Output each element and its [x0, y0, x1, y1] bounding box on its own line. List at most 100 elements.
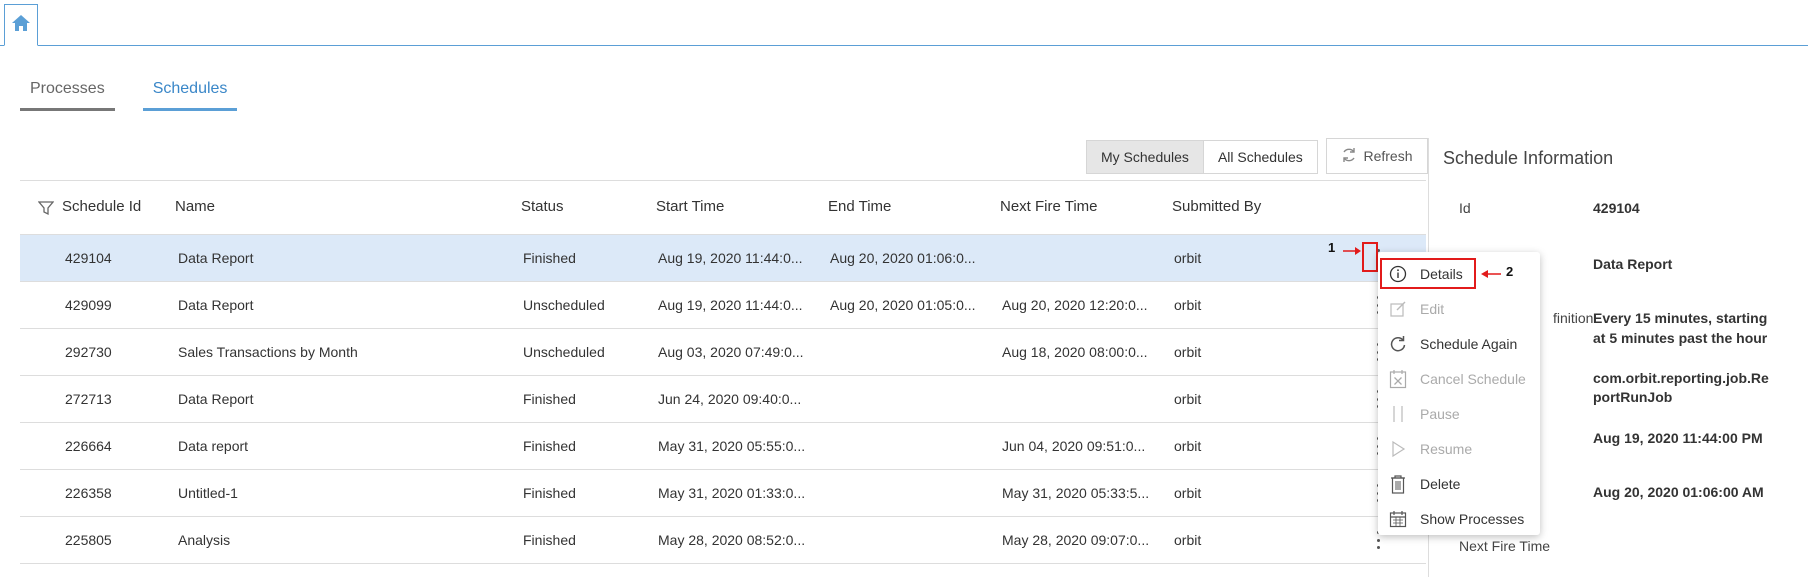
panel-definition-line1: Every 15 minutes, starting [1593, 310, 1768, 326]
refresh-button[interactable]: Refresh [1326, 138, 1428, 174]
cell-start-time: May 31, 2020 01:33:0... [658, 485, 806, 501]
menu-label-cancel-schedule: Cancel Schedule [1420, 371, 1526, 387]
header-schedule-id[interactable]: Schedule Id [62, 198, 141, 215]
panel-job-line2: portRunJob [1593, 389, 1673, 405]
table-row[interactable]: 226358 Untitled-1 Finished May 31, 2020 01:… [20, 470, 1426, 517]
refresh-icon [1341, 147, 1357, 166]
cell-submitted-by: orbit [1174, 344, 1202, 360]
table-row[interactable]: 272713 Data Report Finished Jun 24, 2020 09… [20, 376, 1426, 423]
cell-schedule-id: 225805 [65, 532, 112, 548]
cell-status: Finished [523, 250, 576, 266]
cell-next-fire-time: May 31, 2020 05:33:5... [1002, 485, 1150, 501]
kebab-dot [1376, 546, 1380, 549]
annotation-number-1: 1 [1328, 240, 1336, 255]
menu-label-delete: Delete [1420, 476, 1461, 492]
cell-start-time: Jun 24, 2020 09:40:0... [658, 391, 802, 407]
cell-name: Analysis [178, 532, 231, 548]
kebab-dot [1376, 538, 1380, 542]
cell-next-fire-time: Aug 20, 2020 12:20:0... [1002, 297, 1148, 313]
cell-status: Unscheduled [523, 297, 605, 313]
menu-label-resume: Resume [1420, 441, 1473, 457]
cell-next-fire-time: Aug 18, 2020 08:00:0... [1002, 344, 1148, 360]
top-tab-bar [0, 0, 1808, 46]
redo-icon [1386, 332, 1410, 356]
cell-name: Data Report [178, 297, 254, 313]
panel-id-value: 429104 [1593, 200, 1640, 216]
annotation-number-2: 2 [1506, 264, 1514, 279]
table-header: Schedule Id Name Status Start Time End T… [20, 180, 1426, 235]
cell-start-time: Aug 19, 2020 11:44:0... [658, 250, 803, 266]
panel-name-value: Data Report [1593, 256, 1673, 272]
row-context-menu: Details Edit Schedule Again Cancel Sched… [1378, 252, 1540, 535]
table-row[interactable]: 429104 Data Report Finished Aug 19, 2020 11… [20, 235, 1426, 282]
table-row[interactable]: 292730 Sales Transactions by Month Unsched… [20, 329, 1426, 376]
schedules-table: Schedule Id Name Status Start Time End T… [20, 180, 1426, 564]
menu-item-schedule-again[interactable]: Schedule Again [1378, 329, 1540, 359]
cell-submitted-by: orbit [1174, 438, 1202, 454]
panel-job-line1: com.orbit.reporting.job.Re [1593, 370, 1769, 386]
header-next-fire-time[interactable]: Next Fire Time [1000, 198, 1098, 215]
menu-item-delete[interactable]: Delete [1378, 469, 1540, 499]
cell-status: Finished [523, 391, 576, 407]
calendar-icon [1386, 507, 1410, 531]
cell-submitted-by: orbit [1174, 391, 1202, 407]
menu-label-pause: Pause [1420, 406, 1460, 422]
header-end-time[interactable]: End Time [828, 198, 891, 215]
cell-status: Finished [523, 485, 576, 501]
table-row[interactable]: 226664 Data report Finished May 31, 2020 05… [20, 423, 1426, 470]
panel-start-value: Aug 19, 2020 11:44:00 PM [1593, 430, 1763, 446]
table-row[interactable]: 225805 Analysis Finished May 28, 2020 08:52… [20, 517, 1426, 564]
annotation-box-kebab [1362, 242, 1378, 272]
edit-icon [1386, 297, 1410, 321]
annotation-box-details [1380, 258, 1476, 289]
my-schedules-button[interactable]: My Schedules [1087, 141, 1204, 173]
header-start-time[interactable]: Start Time [656, 198, 724, 215]
cell-next-fire-time: Jun 04, 2020 09:51:0... [1002, 438, 1146, 454]
cell-schedule-id: 226664 [65, 438, 112, 454]
table-body: 429104 Data Report Finished Aug 19, 2020 11… [20, 235, 1426, 564]
all-schedules-button[interactable]: All Schedules [1204, 141, 1317, 173]
cell-name: Data Report [178, 391, 254, 407]
cell-name: Sales Transactions by Month [178, 344, 358, 360]
cell-end-time: Aug 20, 2020 01:05:0... [830, 297, 976, 313]
header-status[interactable]: Status [521, 198, 564, 215]
cell-submitted-by: orbit [1174, 297, 1202, 313]
header-name[interactable]: Name [175, 198, 215, 215]
cell-start-time: May 31, 2020 05:55:0... [658, 438, 806, 454]
cell-status: Finished [523, 438, 576, 454]
menu-item-cancel-schedule[interactable]: Cancel Schedule [1378, 364, 1540, 394]
cell-start-time: May 28, 2020 08:52:0... [658, 532, 806, 548]
cell-submitted-by: orbit [1174, 250, 1202, 266]
schedule-filter-toggle: My Schedules All Schedules [1086, 140, 1318, 174]
menu-label-schedule-again: Schedule Again [1420, 336, 1518, 352]
cell-schedule-id: 226358 [65, 485, 112, 501]
header-submitted-by[interactable]: Submitted By [1172, 198, 1261, 215]
cell-name: Untitled-1 [178, 485, 238, 501]
cell-start-time: Aug 19, 2020 11:44:0... [658, 297, 803, 313]
tab-schedules[interactable]: Schedules [142, 78, 238, 111]
cell-schedule-id: 429099 [65, 297, 112, 313]
menu-item-edit[interactable]: Edit [1378, 294, 1540, 324]
cell-schedule-id: 272713 [65, 391, 112, 407]
cell-start-time: Aug 03, 2020 07:49:0... [658, 344, 804, 360]
menu-item-resume[interactable]: Resume [1378, 434, 1540, 464]
trash-icon [1386, 472, 1410, 496]
menu-label-show-processes: Show Processes [1420, 511, 1525, 527]
filter-icon[interactable] [37, 200, 55, 220]
home-tab[interactable] [4, 4, 38, 46]
cell-submitted-by: orbit [1174, 532, 1202, 548]
annotation-arrow-1 [1342, 243, 1362, 260]
home-icon [11, 14, 31, 36]
cell-name: Data report [178, 438, 249, 454]
cell-next-fire-time: May 28, 2020 09:07:0... [1002, 532, 1150, 548]
calendar-cancel-icon [1386, 367, 1410, 391]
menu-item-pause[interactable]: Pause [1378, 399, 1540, 429]
menu-label-edit: Edit [1420, 301, 1445, 317]
pause-icon [1386, 402, 1410, 426]
panel-end-value: Aug 20, 2020 01:06:00 AM [1593, 484, 1764, 500]
panel-title: Schedule Information [1443, 148, 1614, 168]
tab-processes[interactable]: Processes [20, 78, 115, 111]
cell-name: Data Report [178, 250, 254, 266]
menu-item-show-processes[interactable]: Show Processes [1378, 504, 1540, 534]
table-row[interactable]: 429099 Data Report Unscheduled Aug 19, 2020… [20, 282, 1426, 329]
